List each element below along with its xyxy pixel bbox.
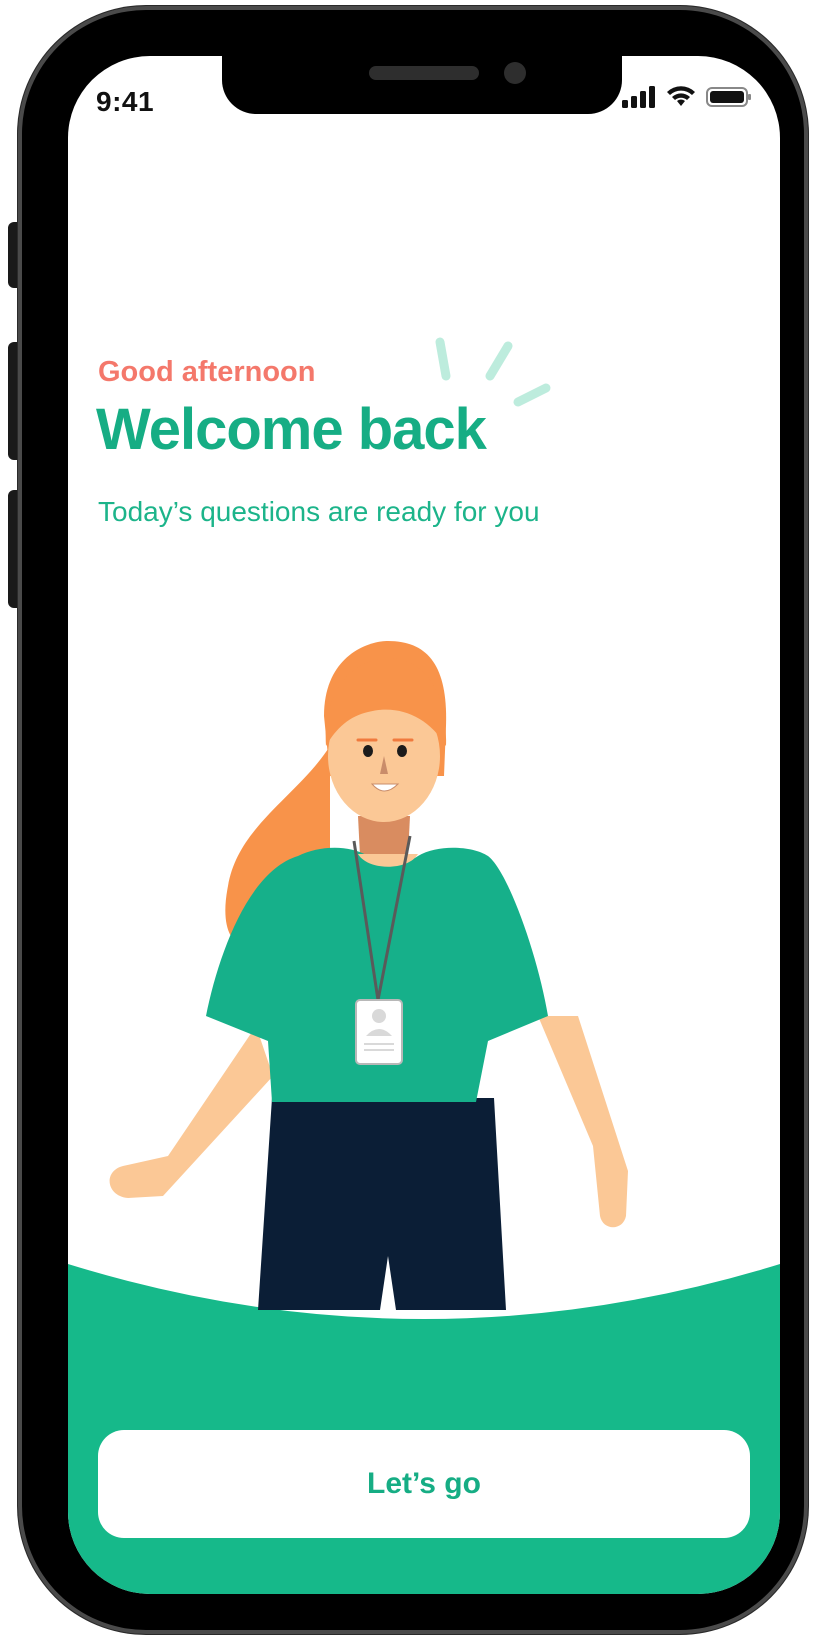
pants — [258, 1098, 506, 1310]
signal-icon — [622, 86, 655, 108]
left-arm — [109, 1026, 273, 1198]
app-mockup: 9:41 Good afternoon Welcome back Today’s… — [0, 0, 822, 1641]
speaker — [369, 66, 479, 80]
status-time: 9:41 — [96, 86, 155, 117]
welcome-screen: 9:41 Good afternoon Welcome back Today’s… — [68, 56, 780, 1594]
notch — [222, 56, 622, 114]
page-title: Welcome back — [96, 397, 487, 462]
battery-icon — [706, 87, 751, 107]
right-eye — [397, 745, 407, 757]
status-icons — [622, 86, 752, 108]
badge-photo-head — [372, 1009, 386, 1023]
wifi-icon — [667, 86, 695, 106]
left-eye — [363, 745, 373, 757]
lets-go-button[interactable]: Let’s go — [98, 1430, 750, 1538]
welcome-illustration — [68, 641, 780, 1594]
right-arm — [538, 1016, 628, 1228]
front-camera — [504, 62, 526, 84]
subtitle-text: Today’s questions are ready for you — [98, 496, 540, 527]
greeting-text: Good afternoon — [98, 356, 316, 388]
bottom-wave — [68, 1264, 780, 1594]
